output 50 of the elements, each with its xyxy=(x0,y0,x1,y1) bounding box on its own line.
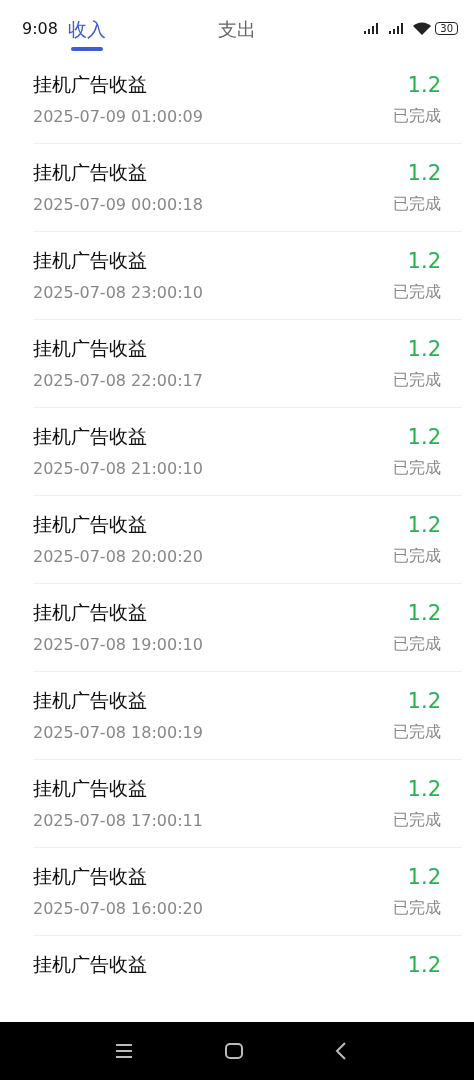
record-amount: 1.2 xyxy=(407,777,441,801)
record-title: 挂机广告收益 xyxy=(33,336,147,361)
record-time: 2025-07-08 21:00:10 xyxy=(33,459,203,478)
record-amount: 1.2 xyxy=(407,953,441,977)
record-amount: 1.2 xyxy=(407,161,441,185)
record-amount: 1.2 xyxy=(407,249,441,273)
record-title: 挂机广告收益 xyxy=(33,952,147,977)
record-time: 2025-07-08 22:00:17 xyxy=(33,371,203,390)
tab[interactable]: 收入 xyxy=(67,3,106,53)
status-time: 9:08 xyxy=(22,18,58,38)
record-title: 挂机广告收益 xyxy=(33,160,147,185)
record-status: 已完成 xyxy=(393,546,441,567)
record-title: 挂机广告收益 xyxy=(33,688,147,713)
record-status: 已完成 xyxy=(393,106,441,127)
record-title: 挂机广告收益 xyxy=(33,424,147,449)
back-icon[interactable] xyxy=(334,1041,348,1061)
record-amount: 1.2 xyxy=(407,865,441,889)
record-time: 2025-07-08 23:00:10 xyxy=(33,283,203,302)
record-status: 已完成 xyxy=(393,370,441,391)
record-status: 已完成 xyxy=(393,810,441,831)
tab[interactable]: 支出 xyxy=(217,3,256,53)
menu-icon[interactable] xyxy=(114,1043,134,1059)
record-title: 挂机广告收益 xyxy=(33,248,147,273)
home-icon[interactable] xyxy=(224,1042,244,1060)
record-title: 挂机广告收益 xyxy=(33,512,147,537)
record-amount: 1.2 xyxy=(407,513,441,537)
record-title: 挂机广告收益 xyxy=(33,776,147,801)
record-time: 2025-07-09 01:00:09 xyxy=(33,107,203,126)
record-amount: 1.2 xyxy=(407,689,441,713)
record-status: 已完成 xyxy=(393,194,441,215)
record-status: 已完成 xyxy=(393,282,441,303)
record-time: 2025-07-08 16:00:20 xyxy=(33,899,203,918)
record-status: 已完成 xyxy=(393,898,441,919)
record-time: 2025-07-08 20:00:20 xyxy=(33,547,203,566)
record-amount: 1.2 xyxy=(407,601,441,625)
record-status: 已完成 xyxy=(393,634,441,655)
record-title: 挂机广告收益 xyxy=(33,72,147,97)
record-amount: 1.2 xyxy=(407,425,441,449)
record-title: 挂机广告收益 xyxy=(33,600,147,625)
record-title: 挂机广告收益 xyxy=(33,864,147,889)
battery-icon: 30 xyxy=(435,21,458,35)
record-time: 2025-07-08 19:00:10 xyxy=(33,635,203,654)
record-amount: 1.2 xyxy=(407,337,441,361)
record-status: 已完成 xyxy=(393,458,441,479)
record-time: 2025-07-09 00:00:18 xyxy=(33,195,203,214)
record-status: 已完成 xyxy=(393,722,441,743)
record-time: 2025-07-08 17:00:11 xyxy=(33,811,203,830)
wifi-icon xyxy=(412,20,433,36)
record-time: 2025-07-08 18:00:19 xyxy=(33,723,203,742)
record-amount: 1.2 xyxy=(407,73,441,97)
